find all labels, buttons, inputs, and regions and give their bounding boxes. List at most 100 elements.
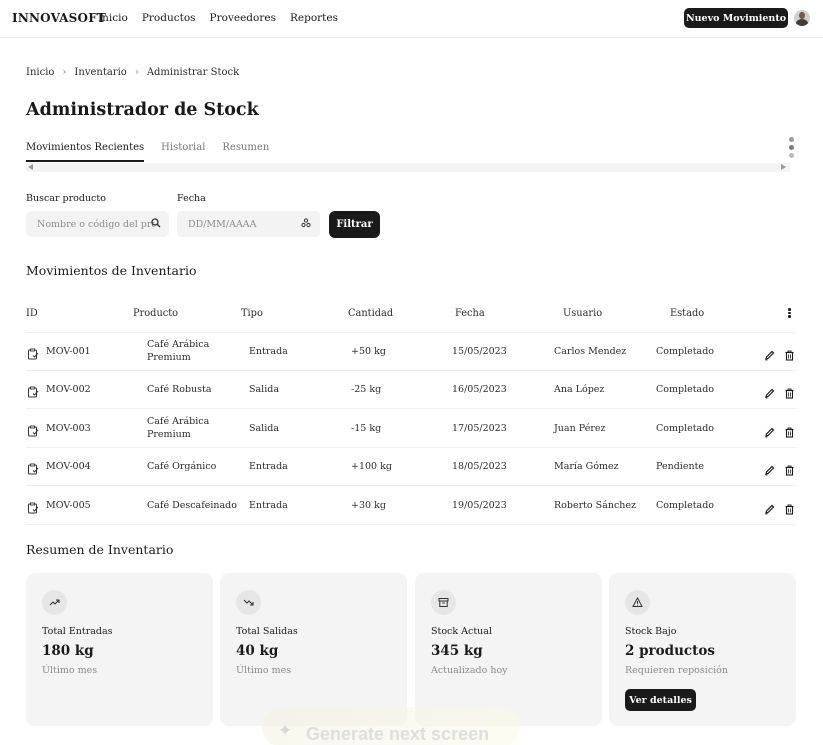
summary-title: Resumen de Inventario [26,542,174,557]
card-subtext: Último mes [236,665,292,676]
movement-id: MOV-001 [46,346,91,357]
movement-user: Carlos Mendez [554,346,627,357]
edit-icon[interactable] [764,384,775,399]
card-subtext: Requieren reposición [625,665,729,676]
movement-quantity: +100 kg [351,461,392,472]
card-value: 2 productos [625,643,715,659]
movement-user: Roberto Sánchez [554,500,637,511]
movement-date: 15/05/2023 [452,346,507,357]
status-text: Completado [656,346,715,357]
product-name: Café Robusta [147,384,212,395]
breadcrumb-current: Administrar Stock [146,67,240,78]
new-movement-button[interactable]: Nuevo Movimiento [684,8,788,28]
tabs-scroll-control[interactable] [789,137,795,161]
nav-productos[interactable]: Productos [142,12,196,24]
search-label: Buscar producto [26,193,106,204]
column-header-producto: Producto [133,308,179,319]
scroll-left-icon[interactable] [28,164,33,170]
nav-proveedores[interactable]: Proveedores [210,12,276,24]
edit-icon[interactable] [764,346,775,361]
table-row[interactable]: MOV-004 Café Orgánico Entrada +100 kg 18/05/… [0,448,823,486]
movement-quantity: +30 kg [351,500,386,511]
tab-resumen[interactable]: Resumen [222,142,269,162]
user-avatar[interactable] [794,10,810,26]
tab-historial[interactable]: Historial [161,142,205,162]
more-options-icon[interactable] [788,308,791,318]
card-subtext: Último mes [42,665,98,676]
movement-date: 17/05/2023 [452,423,507,434]
card-value: 40 kg [236,643,279,659]
movement-type: Entrada [249,461,288,472]
product-name: Café Arábica Premium [147,339,210,363]
date-input[interactable]: DD/MM/AAAA [177,211,320,237]
calendar-icon[interactable] [301,218,311,231]
search-placeholder: Nombre o código del producto [37,218,155,230]
nav-reportes[interactable]: Reportes [290,12,338,24]
edit-icon[interactable] [764,461,775,476]
product-name: Café Orgánico [147,461,217,472]
horizontal-scrollbar[interactable] [26,163,790,172]
card-subtext: Actualizado hoy [431,665,508,676]
main-nav: Inicio Productos Proveedores Reportes [98,12,338,24]
tab-movimientos-recientes[interactable]: Movimientos Recientes [26,142,145,162]
generate-label: Generate next screen [306,724,490,744]
chevron-right-icon: › [134,67,139,78]
movement-id: MOV-005 [46,500,91,511]
breadcrumb-inventario[interactable]: Inventario [74,67,126,78]
chevron-right-icon: › [62,67,67,78]
status-text: Pendiente [656,461,705,472]
card-label: Total Entradas [42,626,113,637]
card-value: 180 kg [42,643,94,659]
date-label: Fecha [177,193,206,204]
product-name: Café Arábica Premium [147,416,210,440]
scroll-right-icon[interactable] [781,164,786,170]
table-row[interactable]: MOV-001 Café Arábica Premium Entrada +50 kg… [0,333,823,371]
movement-id: MOV-002 [46,384,91,395]
warning-icon [625,590,650,615]
movement-type: Entrada [249,346,288,357]
movement-user: María Gómez [554,461,619,472]
table-row[interactable]: MOV-005 Café Descafeinado Entrada +30 kg 19/… [0,487,823,525]
card-label: Stock Bajo [625,626,677,637]
movement-date: 16/05/2023 [452,384,507,395]
movement-user: Ana López [554,384,605,395]
column-header-fecha: Fecha [455,308,485,319]
edit-icon[interactable] [764,500,775,515]
search-input[interactable]: Nombre o código del producto [26,211,169,237]
row-divider [26,485,796,486]
product-name: Café Descafeinado [147,500,237,511]
trash-icon[interactable] [784,423,795,438]
summary-card-stock-actual: Stock Actual 345 kg Actualizado hoy [415,573,602,726]
movement-id: MOV-003 [46,423,91,434]
summary-card-entradas: Total Entradas 180 kg Último mes [26,573,213,726]
generate-next-screen-button[interactable]: ✦ Generate next screen [262,707,520,745]
status-text: Completado [656,384,715,395]
trash-icon[interactable] [784,384,795,399]
sparkle-icon: ✦ [278,721,293,741]
summary-card-stock-bajo: Stock Bajo 2 productos Requieren reposic… [609,573,796,726]
trash-icon[interactable] [784,500,795,515]
column-header-tipo: Tipo [241,308,263,319]
trash-icon[interactable] [784,346,795,361]
column-header-usuario: Usuario [563,308,603,319]
clipboard-icon [27,422,39,437]
trash-icon[interactable] [784,461,795,476]
edit-icon[interactable] [764,423,775,438]
date-placeholder: DD/MM/AAAA [188,218,257,230]
view-details-button[interactable]: Ver detalles [625,689,696,711]
brand-logo[interactable]: INNOVASOFT [12,11,106,25]
top-navbar: INNOVASOFT Inicio Productos Proveedores … [0,0,823,38]
tab-bar: Movimientos Recientes Historial Resumen [26,142,269,162]
breadcrumb-inicio[interactable]: Inicio [26,67,54,78]
trending-up-icon [42,590,67,615]
table-row[interactable]: MOV-003 Café Arábica Premium Salida -15 kg 1… [0,410,823,448]
card-label: Total Salidas [236,626,298,637]
movement-quantity: -25 kg [351,384,382,395]
search-icon[interactable] [151,218,161,231]
filter-button[interactable]: Filtrar [329,211,380,238]
nav-inicio[interactable]: Inicio [98,12,128,24]
page-title: Administrador de Stock [26,100,259,120]
row-divider [26,408,796,409]
card-value: 345 kg [431,643,483,659]
table-row[interactable]: MOV-002 Café Robusta Salida -25 kg 16/05/202… [0,371,823,409]
